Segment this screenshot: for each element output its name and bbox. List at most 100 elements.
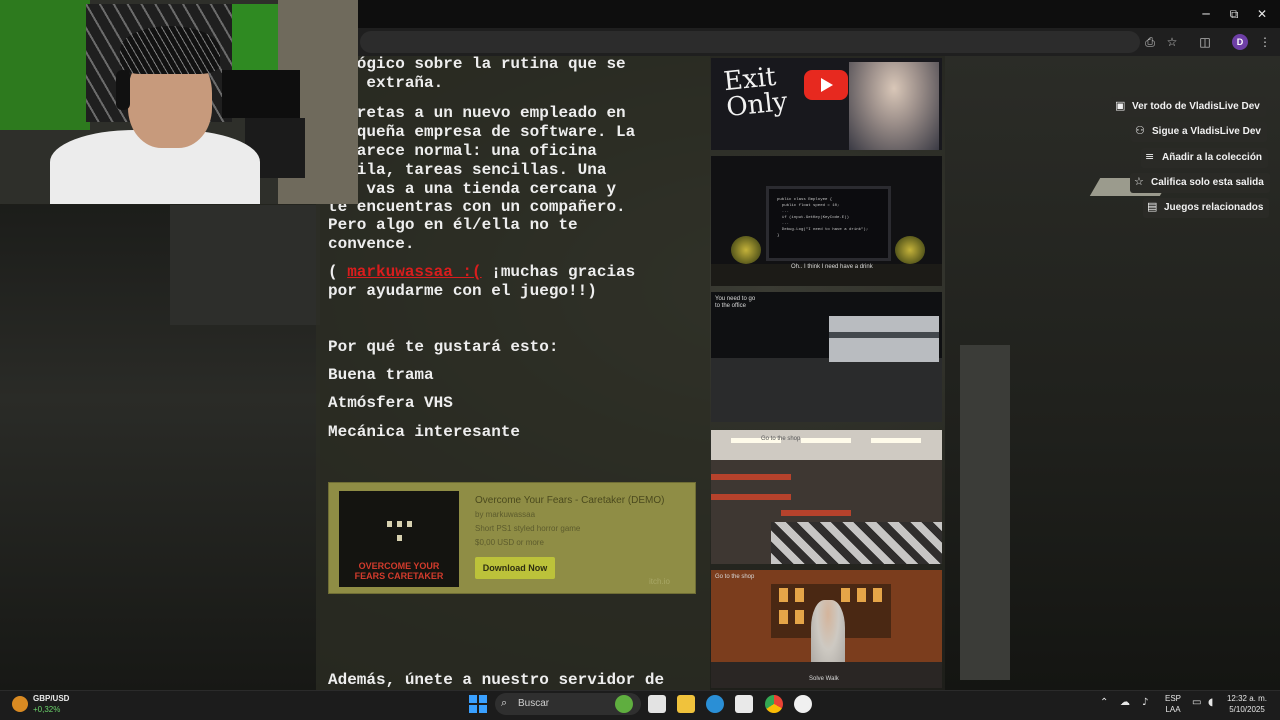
screenshot-shop-counter[interactable]: Go to the shop Solve Walk [711,570,942,688]
start-button[interactable] [469,695,487,713]
address-bar[interactable] [360,31,1140,53]
description-line: nquila, tareas sencillas. Una [328,161,607,179]
feature-item: Mecánica interesante [328,423,521,441]
ticker-name[interactable]: GBP/USD [33,694,69,703]
app-icon[interactable] [794,695,812,713]
feature-item: Buena trama [328,366,434,384]
background-monitor [170,205,320,325]
screenshot-office[interactable]: public class Employee { public float spe… [711,156,942,286]
clock-time[interactable]: 12:32 a. m. [1222,694,1272,703]
language-indicator-top[interactable]: ESP [1160,694,1186,703]
screenshot-counter [711,662,942,688]
widget-short-text: Short PS1 styled horror game [475,524,581,533]
translate-icon[interactable]: ⎙ [1141,33,1159,51]
screenshot-plant [895,236,925,264]
widget-price: $0,00 USD or more [475,538,544,547]
follow-button[interactable]: ⚇ Sigue a VladisLive Dev [1131,122,1267,142]
feature-item: Atmósfera VHS [328,394,453,412]
thumbnail-window [387,521,392,527]
screenshot-jar [795,610,804,624]
credit-thanks: ¡muchas gracias [481,263,636,281]
add-to-collection-button[interactable]: ≡ Añadir a la colección [1141,148,1269,168]
windows-logo-tile [469,695,477,703]
view-all-button[interactable]: ▣ Ver todo de VladisLive Dev [1111,97,1266,117]
screenshot-light [801,438,851,443]
tray-app-icon[interactable]: ☁ [1120,697,1130,708]
screenshot-caption: Go to the shop [761,436,801,442]
screenshot-jar [857,588,866,602]
credit-line: ( markuwassaa :( ¡muchas gracias [328,263,635,282]
description-line: he, vas a una tienda cercana y [328,180,617,198]
network-icon[interactable]: ▭ [1192,697,1201,708]
minimize-button[interactable]: ─ [1196,5,1216,23]
screenshot-caption: You need to go to the office [715,296,756,309]
itch-brand-label[interactable]: itch.io [649,577,670,586]
volume-icon[interactable]: ◖ [1208,697,1213,708]
screenshot-jar [779,588,788,602]
edge-browser-icon[interactable] [706,695,724,713]
rate-label: Califica solo esta salida [1151,177,1264,188]
screenshot-jar [795,588,804,602]
screenshot-jar [841,588,850,602]
description-line: cológico sobre la rutina que se [328,55,626,73]
follow-label: Sigue a VladisLive Dev [1152,126,1261,137]
screenshot-trailer[interactable]: Exit Only [711,58,942,150]
view-all-label: Ver todo de VladisLive Dev [1132,101,1260,112]
stock-ticker-icon[interactable] [12,696,28,712]
screenshot-street[interactable]: You need to go to the office [711,292,942,422]
webcam-wall [0,0,90,130]
game-thumbnail[interactable]: OVERCOME YOUR FEARS CARETAKER [339,491,459,587]
description-line: a parece normal: una oficina [328,142,597,160]
add-list-icon: ≡ [1145,150,1155,163]
download-now-button[interactable]: Download Now [475,557,555,579]
clock-date[interactable]: 5/10/2025 [1222,705,1272,714]
taskbar-search-placeholder[interactable]: Buscar [518,698,549,709]
task-view-icon[interactable] [648,695,666,713]
windows-logo-tile [479,695,487,703]
thumbnail-window [407,521,412,527]
credit-line-2: por ayudarme con el juego!!) [328,282,597,300]
screenshot-store-stripe [829,332,939,338]
search-icon: ⌕ [501,696,508,709]
screenshot-plant [731,236,761,264]
tray-overflow-icon[interactable]: ⌃ [1100,697,1108,708]
screenshot-shelf [711,494,791,500]
credit-link[interactable]: markuwassaa :( [347,263,481,281]
browser-menu-icon[interactable]: ⋮ [1256,33,1274,51]
screenshot-floor [771,522,942,564]
microsoft-store-icon[interactable] [735,695,753,713]
description-line: te encuentras con un compañero. [328,198,626,216]
chrome-browser-icon[interactable] [765,695,783,713]
maximize-button[interactable]: ⧉ [1224,5,1244,23]
extensions-icon[interactable]: ◫ [1196,33,1214,51]
description-line: erpretas a un nuevo empleado en [328,104,626,122]
thumbnail-logo-text: OVERCOME YOUR FEARS CARETAKER [354,561,444,581]
webcam-headphones [116,70,130,110]
webcam-wall [232,4,278,74]
trailer-character [849,62,939,150]
screenshot-clerk [811,600,845,670]
rate-button[interactable]: ☆ Califica solo esta salida [1130,173,1270,193]
thumbnail-window [397,535,402,541]
related-games-button[interactable]: ▤ Juegos relacionados [1143,198,1270,218]
webcam-person-cap [120,26,220,74]
microphone-icon[interactable]: ♪ [1142,697,1148,708]
profile-avatar[interactable]: D [1232,34,1248,50]
add-to-collection-label: Añadir a la colección [1162,152,1263,163]
windows-logo-tile [479,705,487,713]
description-line: Pero algo en él/ella no te [328,216,578,234]
widgets-app-icon[interactable] [615,695,633,713]
description-line: convence. [328,235,415,253]
star-icon: ☆ [1134,175,1144,188]
language-indicator-bottom[interactable]: LAA [1160,705,1186,714]
screenshot-shop-aisle[interactable]: Go to the shop [711,430,942,564]
widget-game-title[interactable]: Overcome Your Fears - Caretaker (DEMO) [475,495,665,506]
widget-author[interactable]: by markuwassaa [475,510,535,519]
bookmark-star-icon[interactable]: ☆ [1163,33,1181,51]
file-explorer-icon[interactable] [677,695,695,713]
close-button[interactable]: ✕ [1252,5,1272,23]
screenshot-subcaption: Solve Walk [809,676,839,682]
map-icon: ▤ [1147,200,1158,213]
itch-embed-widget: OVERCOME YOUR FEARS CARETAKER Overcome Y… [328,482,696,594]
youtube-play-icon[interactable] [804,70,848,100]
